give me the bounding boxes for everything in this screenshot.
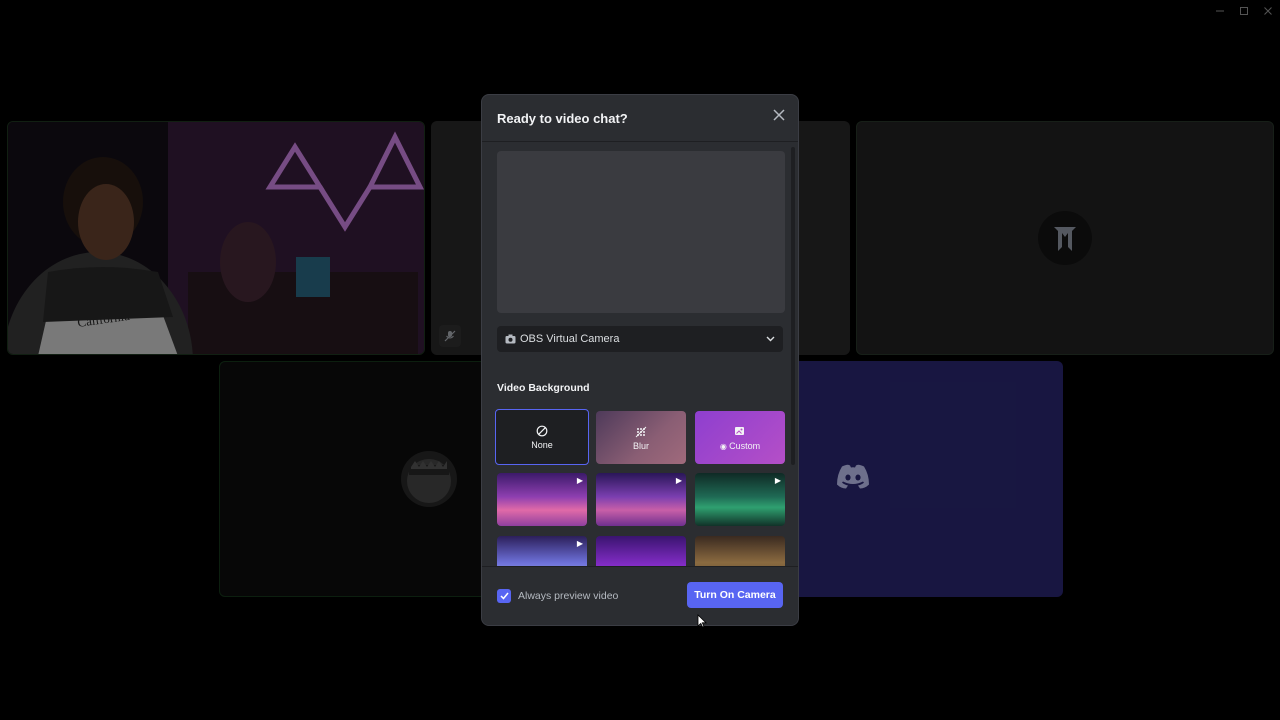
bg-option-custom[interactable]: ◉ Custom: [695, 411, 785, 464]
mouse-cursor-icon: [697, 614, 707, 633]
bg-option-none[interactable]: None: [495, 409, 589, 465]
section-label-video-background: Video Background: [497, 382, 590, 394]
background-options-grid: None Blur ◉ Custom ▶ ▶ ▶ ▶: [495, 409, 787, 569]
camera-icon: [505, 334, 516, 344]
bg-thumbnail[interactable]: ▶: [695, 473, 785, 526]
bg-thumbnail[interactable]: [695, 536, 785, 569]
bg-thumbnail[interactable]: ▶: [497, 473, 587, 526]
always-preview-checkbox[interactable]: [497, 589, 511, 603]
nitro-icon: ◉: [719, 441, 730, 451]
checkmark-icon: [499, 592, 509, 600]
play-icon: ▶: [774, 476, 781, 485]
play-icon: ▶: [576, 539, 583, 548]
always-preview-option[interactable]: Always preview video: [497, 589, 618, 603]
camera-select[interactable]: OBS Virtual Camera: [497, 326, 783, 352]
turn-on-camera-button[interactable]: Turn On Camera: [687, 582, 783, 608]
always-preview-label: Always preview video: [518, 590, 619, 602]
play-icon: ▶: [675, 476, 682, 485]
none-icon: [536, 424, 548, 438]
close-icon: [773, 109, 785, 121]
bg-thumbnail[interactable]: ▶: [497, 536, 587, 569]
camera-select-value: OBS Virtual Camera: [520, 333, 620, 345]
modal-footer: Always preview video Turn On Camera: [482, 566, 798, 625]
bg-thumbnail[interactable]: ▶: [596, 473, 686, 526]
bg-option-label: None: [531, 440, 553, 450]
video-chat-modal: Ready to video chat? OBS Virtual Camera …: [481, 94, 799, 626]
bg-thumbnail[interactable]: [596, 536, 686, 569]
header-divider: [482, 141, 798, 142]
blur-icon: [635, 425, 647, 439]
camera-preview: [497, 151, 785, 313]
chevron-down-icon: [766, 336, 775, 342]
play-icon: ▶: [576, 476, 583, 485]
bg-option-blur[interactable]: Blur: [596, 411, 686, 464]
modal-title: Ready to video chat?: [497, 111, 628, 126]
scrollbar-thumb[interactable]: [791, 147, 795, 465]
close-button[interactable]: [770, 106, 788, 124]
bg-option-label: ◉ Custom: [719, 440, 761, 451]
custom-icon: [734, 425, 746, 439]
bg-option-label: Blur: [632, 440, 649, 451]
